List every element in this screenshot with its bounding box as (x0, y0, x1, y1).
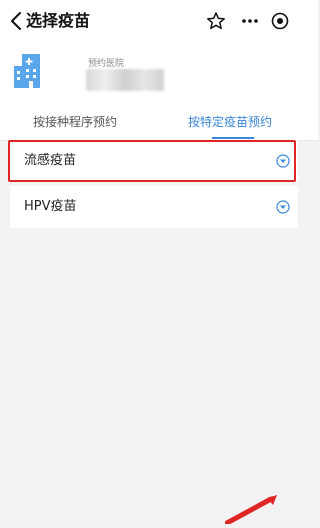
hospital-card: 预约医院 (0, 44, 318, 100)
hospital-building-icon (12, 50, 46, 92)
hospital-label: 预约医院 (88, 59, 125, 69)
more-icon (242, 19, 258, 23)
tab-by-schedule[interactable]: 按接种程序预约 (33, 114, 117, 130)
target-icon (271, 12, 289, 30)
active-tab-indicator (212, 137, 254, 139)
star-icon (207, 12, 225, 30)
chevron-down-circle-icon[interactable] (276, 200, 290, 214)
tab-by-vaccine[interactable]: 按特定疫苗预约 (188, 114, 272, 130)
vaccine-label: 流感疫苗 (24, 153, 77, 168)
chevron-down-circle-icon[interactable] (276, 154, 290, 168)
vaccine-row-hpv[interactable]: HPV疫苗 (10, 186, 298, 228)
more-button[interactable] (240, 11, 260, 31)
vaccine-row-flu[interactable]: 流感疫苗 (10, 140, 298, 182)
back-button[interactable] (8, 10, 26, 32)
hospital-name-redacted (86, 69, 164, 91)
top-bar: 选择疫苗 (0, 0, 318, 44)
back-icon (11, 12, 21, 30)
tab-bar: 按接种程序预约 按特定疫苗预约 (0, 100, 318, 141)
close-miniprogram-button[interactable] (270, 11, 290, 31)
red-arrow-annotation (224, 495, 280, 526)
page-title: 选择疫苗 (26, 11, 91, 30)
favorite-button[interactable] (206, 11, 226, 31)
vaccine-label: HPV疫苗 (24, 199, 77, 214)
